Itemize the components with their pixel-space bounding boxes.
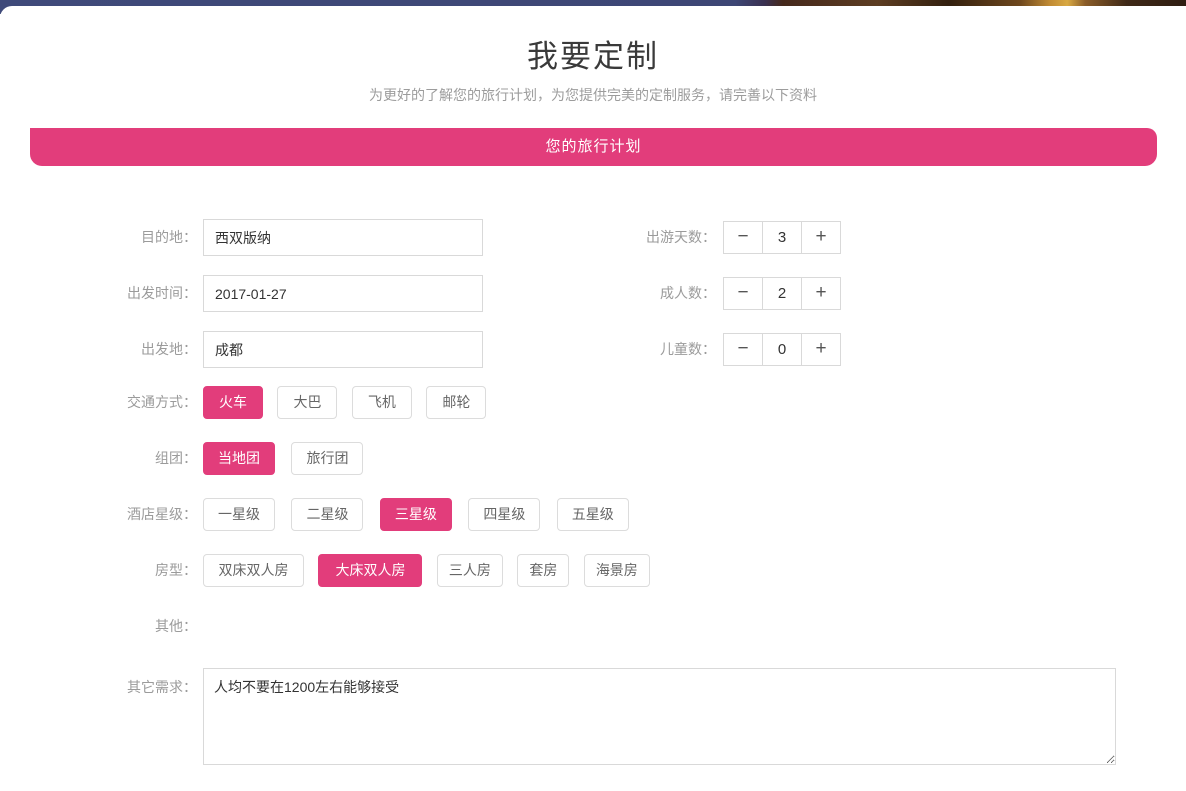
trip-days-increase-button[interactable]: +	[801, 221, 841, 254]
group-type-label: 组团：	[0, 442, 197, 475]
other-needs-label: 其它需求：	[0, 668, 197, 767]
hotel-star-option-5[interactable]: 五星级	[557, 498, 629, 531]
page: 我要定制 为更好的了解您的旅行计划，为您提供完美的定制服务，请完善以下资料 您的…	[0, 0, 1186, 791]
children-increase-button[interactable]: +	[801, 333, 841, 366]
room-option-suite[interactable]: 套房	[517, 554, 569, 587]
hotel-star-options: 一星级 二星级 三星级 四星级 五星级	[203, 498, 641, 531]
page-subtitle: 为更好的了解您的旅行计划，为您提供完美的定制服务，请完善以下资料	[0, 85, 1186, 105]
trip-days-row: 出游天数： − 3 +	[0, 221, 1186, 254]
children-stepper: − 0 +	[723, 333, 841, 366]
transport-label: 交通方式：	[0, 386, 197, 419]
children-label: 儿童数：	[540, 333, 716, 366]
children-row: 儿童数： − 0 +	[0, 333, 1186, 366]
adults-decrease-button[interactable]: −	[723, 277, 763, 310]
room-type-options: 双床双人房 大床双人房 三人房 套房 海景房	[203, 554, 660, 587]
hotel-star-option-4[interactable]: 四星级	[468, 498, 540, 531]
transport-row: 交通方式： 火车 大巴 飞机 邮轮	[0, 386, 1186, 419]
trip-days-label: 出游天数：	[540, 221, 716, 254]
trip-days-decrease-button[interactable]: −	[723, 221, 763, 254]
plan-section-header: 您的旅行计划	[30, 128, 1157, 166]
children-decrease-button[interactable]: −	[723, 333, 763, 366]
children-value[interactable]: 0	[762, 333, 802, 366]
trip-days-value[interactable]: 3	[762, 221, 802, 254]
transport-option-train[interactable]: 火车	[203, 386, 263, 419]
other-row: 其他：	[0, 610, 1186, 643]
trip-days-stepper: − 3 +	[723, 221, 841, 254]
group-type-row: 组团： 当地团 旅行团	[0, 442, 1186, 475]
hotel-star-label: 酒店星级：	[0, 498, 197, 531]
adults-label: 成人数：	[540, 277, 716, 310]
transport-option-bus[interactable]: 大巴	[277, 386, 337, 419]
adults-stepper: − 2 +	[723, 277, 841, 310]
transport-option-cruise[interactable]: 邮轮	[426, 386, 486, 419]
other-needs-row: 其它需求： 人均不要在1200左右能够接受	[0, 668, 1186, 767]
page-title: 我要定制	[0, 36, 1186, 78]
group-type-options: 当地团 旅行团	[203, 442, 375, 475]
room-option-twin-double[interactable]: 双床双人房	[203, 554, 304, 587]
group-option-local-tour[interactable]: 当地团	[203, 442, 275, 475]
room-option-triple[interactable]: 三人房	[437, 554, 503, 587]
room-type-label: 房型：	[0, 554, 197, 587]
room-option-king-double[interactable]: 大床双人房	[318, 554, 422, 587]
transport-options: 火车 大巴 飞机 邮轮	[203, 386, 496, 419]
hotel-star-option-1[interactable]: 一星级	[203, 498, 275, 531]
room-option-sea-view[interactable]: 海景房	[584, 554, 650, 587]
hotel-star-row: 酒店星级： 一星级 二星级 三星级 四星级 五星级	[0, 498, 1186, 531]
hotel-star-option-2[interactable]: 二星级	[291, 498, 363, 531]
adults-value[interactable]: 2	[762, 277, 802, 310]
transport-option-plane[interactable]: 飞机	[352, 386, 412, 419]
content-panel: 我要定制 为更好的了解您的旅行计划，为您提供完美的定制服务，请完善以下资料 您的…	[0, 6, 1186, 791]
group-option-travel-tour[interactable]: 旅行团	[291, 442, 363, 475]
adults-row: 成人数： − 2 +	[0, 277, 1186, 310]
room-type-row: 房型： 双床双人房 大床双人房 三人房 套房 海景房	[0, 554, 1186, 587]
adults-increase-button[interactable]: +	[801, 277, 841, 310]
other-needs-textarea[interactable]: 人均不要在1200左右能够接受	[203, 668, 1116, 765]
hotel-star-option-3[interactable]: 三星级	[380, 498, 452, 531]
other-label: 其他：	[0, 610, 197, 643]
